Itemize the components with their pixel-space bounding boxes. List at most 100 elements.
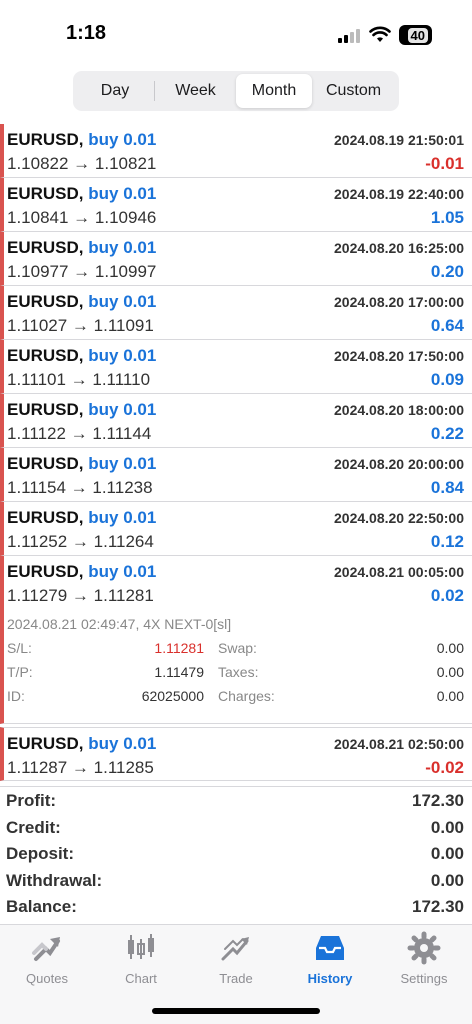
deal-row[interactable]: EURUSD, buy 0.01 2024.08.20 18:00:00 1.1… [0,394,472,448]
battery-icon: 40 [399,25,432,45]
history-icon [316,936,344,960]
account-summary: Profit: 172.30 Credit: 0.00 Deposit: 0.0… [0,786,472,920]
tab-chart[interactable]: Chart [101,931,181,991]
deal-prices: 1.11027 → 1.11091 [7,316,154,335]
id-value: 62025000 [141,688,204,704]
summary-row-withdrawal: Withdrawal: 0.00 [0,867,472,894]
tab-day[interactable]: Day [76,74,154,108]
deal-prices: 1.10841 → 1.10946 [7,208,157,227]
deal-row[interactable]: EURUSD, buy 0.01 2024.08.20 16:25:00 1.1… [0,232,472,286]
deal-time: 2024.08.19 22:40:00 [334,186,464,202]
deal-type: buy 0.01 [88,292,157,311]
withdrawal-label: Withdrawal: [6,870,103,890]
balance-label: Balance: [6,897,77,916]
tab-custom[interactable]: Custom [312,74,395,108]
deal-type: buy 0.01 [88,130,157,149]
summary-row-credit: Credit: 0.00 [0,814,472,841]
deal-details: 2024.08.21 02:49:47, 4X NEXT-0[sl] S/L: … [0,610,472,724]
deal-symbol: EURUSD, buy 0.01 [7,184,157,203]
trade-icon [221,937,249,961]
tab-history[interactable]: History [290,931,370,991]
period-segmented-control: Day Week Month Custom [73,71,399,111]
swap-value: 0.00 [436,640,464,656]
cellular-signal-icon [338,29,362,43]
deal-row[interactable]: EURUSD, buy 0.01 2024.08.19 21:50:01 1.1… [0,124,472,178]
deal-profit: 0.20 [430,262,464,281]
deal-time: 2024.08.21 02:50:00 [334,736,464,752]
tab-month[interactable]: Month [236,74,312,108]
deal-symbol: EURUSD, buy 0.01 [7,734,157,753]
taxes-value: 0.00 [436,664,464,680]
deal-time: 2024.08.20 17:00:00 [334,294,464,310]
deal-row[interactable]: EURUSD, buy 0.01 2024.08.20 20:00:00 1.1… [0,448,472,502]
sl-value: 1.11281 [154,640,204,656]
deal-symbol: EURUSD, buy 0.01 [7,508,157,527]
tab-settings-label: Settings [400,971,448,986]
deal-symbol: EURUSD, buy 0.01 [7,292,157,311]
tab-settings[interactable]: Settings [384,931,464,991]
deposit-label: Deposit: [6,844,74,863]
deal-row[interactable]: EURUSD, buy 0.01 2024.08.21 02:50:00 1.1… [0,727,472,781]
deal-type: buy 0.01 [88,238,157,257]
deal-profit: 1.05 [430,208,464,227]
charges-value: 0.00 [436,688,464,704]
details-row-tp: T/P: 1.11479 Taxes: 0.00 [7,664,464,684]
deal-profit: -0.02 [425,758,464,777]
deal-profit: -0.01 [425,154,464,173]
deal-row[interactable]: EURUSD, buy 0.01 2024.08.19 22:40:00 1.1… [0,178,472,232]
deal-row[interactable]: EURUSD, buy 0.01 2024.08.20 17:50:00 1.1… [0,340,472,394]
deal-prices: 1.11122 → 1.11144 [7,424,152,443]
quotes-icon [32,937,60,961]
deal-type: buy 0.01 [88,508,157,527]
deal-row[interactable]: EURUSD, buy 0.01 2024.08.20 22:50:00 1.1… [0,502,472,556]
deal-time: 2024.08.20 20:00:00 [334,456,464,472]
tab-history-label: History [307,971,353,986]
deal-prices: 1.11287 → 1.11285 [7,758,154,777]
deal-time: 2024.08.20 18:00:00 [334,402,464,418]
tp-label: T/P: [7,664,33,680]
tab-chart-label: Chart [125,971,157,986]
home-indicator[interactable] [152,1008,320,1014]
tab-trade-label: Trade [219,971,253,986]
deal-type: buy 0.01 [88,734,157,753]
deal-time: 2024.08.20 17:50:00 [334,348,464,364]
status-time: 1:18 [66,22,107,44]
deposit-value: 0.00 [430,844,464,863]
credit-label: Credit: [6,817,61,837]
details-row-sl: S/L: 1.11281 Swap: 0.00 [7,640,464,660]
deal-time: 2024.08.19 21:50:01 [334,132,464,148]
balance-value: 172.30 [412,897,464,916]
tab-week[interactable]: Week [155,74,236,108]
summary-row-profit: Profit: 172.30 [0,787,472,814]
deal-prices: 1.10822 → 1.10821 [7,154,157,173]
id-label: ID: [7,688,25,704]
profit-label: Profit: [6,791,57,810]
deal-time: 2024.08.20 22:50:00 [334,510,464,526]
withdrawal-value: 0.00 [430,870,464,890]
deal-profit: 0.84 [430,478,464,497]
status-bar: 1:18 40 [0,0,472,70]
deal-symbol: EURUSD, buy 0.01 [7,454,157,473]
deal-profit: 0.09 [430,370,464,389]
profit-value: 172.30 [412,791,464,810]
deal-symbol: EURUSD, buy 0.01 [7,346,157,365]
deal-details-header: 2024.08.21 02:49:47, 4X NEXT-0[sl] [7,616,232,632]
gear-icon [407,931,441,965]
deal-symbol: EURUSD, buy 0.01 [7,400,157,419]
sl-label: S/L: [7,640,32,656]
deal-prices: 1.11101 → 1.11110 [7,370,151,389]
deal-type: buy 0.01 [88,346,157,365]
deal-type: buy 0.01 [88,400,157,419]
deals-list: EURUSD, buy 0.01 2024.08.19 21:50:01 1.1… [0,124,472,781]
deal-symbol: EURUSD, buy 0.01 [7,238,157,257]
deal-profit: 0.64 [430,316,464,335]
tab-trade[interactable]: Trade [196,931,276,991]
deal-prices: 1.11252 → 1.11264 [7,532,154,551]
deal-row-expanded[interactable]: EURUSD, buy 0.01 2024.08.21 00:05:00 1.1… [0,556,472,610]
tab-quotes[interactable]: Quotes [7,931,87,991]
deal-type: buy 0.01 [88,184,157,203]
details-row-id: ID: 62025000 Charges: 0.00 [7,688,464,708]
chart-icon [128,934,154,959]
battery-level: 40 [407,27,428,43]
deal-row[interactable]: EURUSD, buy 0.01 2024.08.20 17:00:00 1.1… [0,286,472,340]
